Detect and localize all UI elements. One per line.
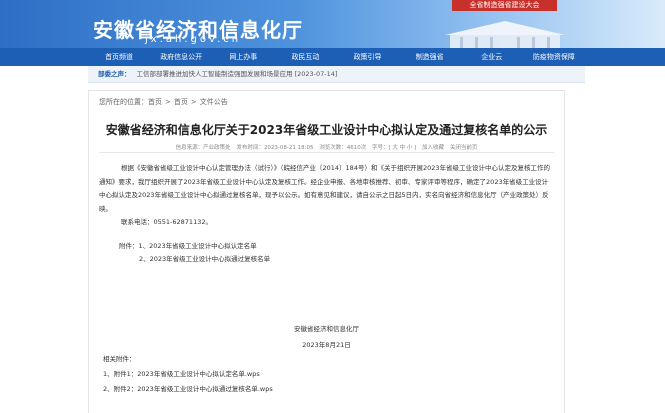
breadcrumb: 您所在的位置：首页 > 首页 > 文件公告 (99, 97, 228, 107)
site-banner: 安徽省经济和信息化厅 jx.ah.gov.cn 全省制造强省建设大会 (0, 0, 665, 48)
nav-item-info-public[interactable]: 政府信息公开 (150, 48, 212, 66)
main-nav: 首页频道 政府信息公开 网上办事 政民互动 政策引导 制造强省 企业云 防疫物资… (0, 48, 665, 66)
nav-item-manufacturing[interactable]: 制造强省 (399, 48, 461, 66)
breadcrumb-item-home-2[interactable]: 首页 (174, 98, 188, 106)
related-attachments-label: 相关附件： (103, 355, 136, 363)
breadcrumb-separator: > (165, 98, 171, 106)
article-meta: 信息来源：产业政策处 发布时间：2023-08-21 18:05 浏览次数：46… (89, 143, 564, 151)
building-illustration (445, 21, 565, 48)
meta-source: 信息来源：产业政策处 (175, 145, 231, 151)
article-paragraph: 根据《安徽省省级工业设计中心认定管理办法（试行）》（皖经信产业〔2014〕184… (99, 164, 550, 213)
meta-views: 浏览次数：4610次 (319, 145, 367, 151)
related-file-1[interactable]: 1、附件1：2023年省级工业设计中心拟认定名单.wps (103, 368, 260, 378)
nav-item-epidemic-supplies[interactable]: 防疫物资保障 (523, 48, 585, 66)
nav-item-home[interactable]: 首页频道 (88, 48, 150, 66)
nav-item-enterprise-cloud[interactable]: 企业云 (461, 48, 523, 66)
article-container: 您所在的位置：首页 > 首页 > 文件公告 安徽省经济和信息化厅关于2023年省级工业设… (88, 90, 565, 413)
breadcrumb-item-home[interactable]: 首页 (148, 98, 162, 106)
attachment-1: 附件：1、2023年省级工业设计中心拟认定名单 (119, 241, 257, 250)
add-favorite-link[interactable]: 加入收藏 (422, 145, 444, 151)
meta-date: 发布时间：2023-08-21 18:05 (236, 145, 314, 151)
signature-org: 安徽省经济和信息化厅 (294, 325, 359, 333)
meta-font-size[interactable]: 字号：[ 大 中 小 ] (372, 145, 416, 151)
article-body: 根据《安徽省省级工业设计中心认定管理办法（试行）》（皖经信产业〔2014〕184… (99, 162, 554, 267)
contact-phone: 联系电话：0551-62871132。 (121, 218, 212, 226)
nav-item-interaction[interactable]: 政民互动 (274, 48, 336, 66)
news-ticker: 部委之声： 工信部部署推进加快人工智能制造强国发展和场景应用 [2023-07-1… (88, 66, 585, 83)
slogan-banner[interactable]: 全省制造强省建设大会 (452, 0, 557, 11)
attachment-2: 2、2023年省级工业设计中心拟通过复核名单 (139, 255, 271, 263)
site-domain: jx.ah.gov.cn (145, 34, 242, 45)
breadcrumb-separator: > (190, 98, 197, 106)
article-title: 安徽省经济和信息化厅关于2023年省级工业设计中心拟认定及通过复核名单的公示 (105, 123, 548, 137)
ticker-link[interactable]: 工信部部署推进加快人工智能制造强国发展和场景应用 [2023-07-14] (137, 70, 338, 78)
breadcrumb-item-announcements[interactable]: 文件公告 (200, 98, 228, 106)
close-page-link[interactable]: 关闭当前页 (450, 145, 478, 151)
signature-date: 2023年8月21日 (302, 341, 351, 349)
meta-divider (99, 152, 554, 153)
related-file-2[interactable]: 2、附件2：2023年省级工业设计中心拟通过复核名单.wps (103, 383, 273, 393)
nav-item-online-service[interactable]: 网上办事 (212, 48, 274, 66)
ticker-label: 部委之声： (98, 70, 131, 78)
breadcrumb-prefix: 您所在的位置： (99, 98, 148, 106)
nav-item-policy[interactable]: 政策引导 (337, 48, 399, 66)
